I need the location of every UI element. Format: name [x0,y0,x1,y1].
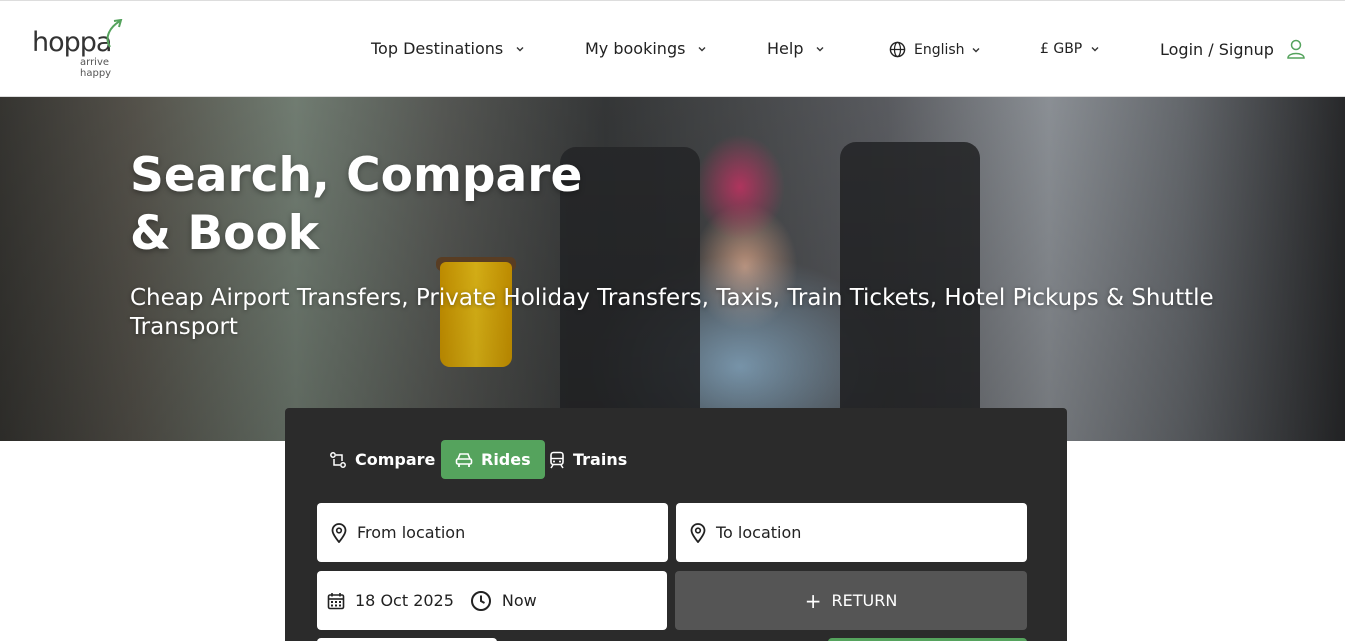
language-label: English [914,41,965,58]
from-location-placeholder: From location [357,523,466,542]
hero-title: Search, Compare & Book [130,147,582,263]
login-signup-link[interactable]: Login / Signup [1160,39,1305,59]
hoppa-logo[interactable]: hoppa arrive happy [32,19,142,79]
chevron-down-icon [697,44,707,54]
time-value[interactable]: Now [502,591,537,610]
compare-icon [329,451,347,469]
map-pin-icon [690,522,706,543]
add-return-button[interactable]: + RETURN [675,571,1027,630]
chevron-down-icon [815,44,825,54]
currency-label: £ GBP [1040,41,1083,57]
search-panel: Compare Rides Trains From location To lo… [285,408,1067,641]
logo-wordmark: hoppa [32,27,112,58]
hero-title-line2: & Book [130,206,320,261]
site-header: hoppa arrive happy Top Destinations My b… [0,0,1345,97]
logo-leaf-icon [106,19,123,48]
date-time-field[interactable]: 18 Oct 2025 Now [317,571,667,630]
tab-rides[interactable]: Rides [441,440,545,479]
calendar-icon [327,592,345,610]
tab-compare[interactable]: Compare [329,440,435,479]
chevron-down-icon [515,44,525,54]
clock-icon [470,590,492,612]
car-icon [455,452,473,468]
return-label: RETURN [831,591,898,610]
hero-subtitle: Cheap Airport Transfers, Private Holiday… [130,285,1214,340]
date-value[interactable]: 18 Oct 2025 [355,591,454,610]
to-location-input[interactable]: To location [676,503,1027,562]
hero-title-line1: Search, Compare [130,148,583,203]
tab-compare-label: Compare [355,450,436,469]
train-icon [549,451,565,469]
login-signup-label: Login / Signup [1160,39,1274,59]
plus-icon: + [804,588,822,613]
chevron-down-icon [971,45,981,55]
to-location-placeholder: To location [716,523,802,542]
user-icon [1287,39,1305,59]
globe-icon [889,41,906,58]
currency-selector[interactable]: £ GBP [1040,41,1100,57]
map-pin-icon [331,522,347,543]
tab-trains[interactable]: Trains [549,440,627,479]
hero-banner: Search, Compare & Book Cheap Airport Tra… [0,97,1345,441]
tab-trains-label: Trains [573,450,628,469]
tab-rides-label: Rides [481,450,531,469]
nav-my-bookings[interactable]: My bookings [585,39,707,58]
nav-help[interactable]: Help [767,39,825,58]
language-selector[interactable]: English [889,41,981,58]
chevron-down-icon [1090,44,1100,54]
from-location-input[interactable]: From location [317,503,668,562]
nav-top-destinations-label: Top Destinations [371,39,504,58]
logo-tagline: arrive happy [80,57,112,79]
nav-help-label: Help [767,39,804,58]
nav-my-bookings-label: My bookings [585,39,686,58]
nav-top-destinations[interactable]: Top Destinations [371,39,525,58]
